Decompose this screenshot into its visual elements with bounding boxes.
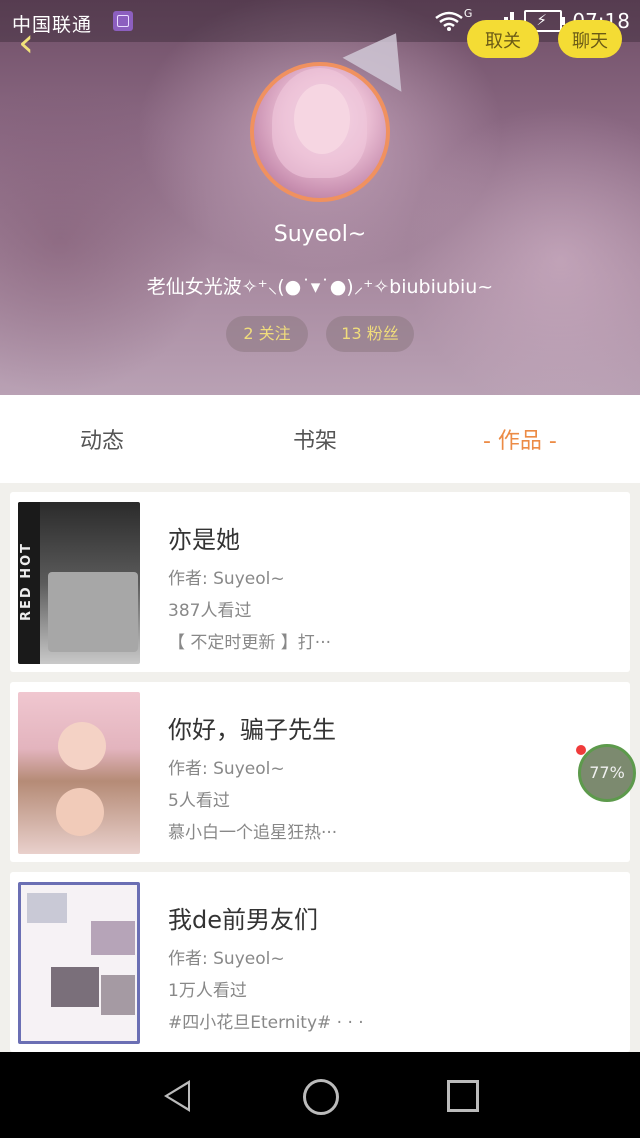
network-type: G (463, 6, 473, 20)
list-item[interactable]: RED HOT 亦是她 作者: Suyeol~ 387人看过 【 不定时更新 】… (10, 492, 630, 672)
tab-works[interactable]: - 作品 - (483, 423, 557, 455)
following-count[interactable]: 2 关注 (226, 316, 308, 352)
avatar[interactable] (250, 62, 390, 202)
tab-bookshelf[interactable]: 书架 (293, 423, 337, 455)
book-title: 我de前男友们 (168, 906, 318, 934)
wifi-icon (435, 11, 463, 31)
back-icon[interactable]: ‹ (18, 23, 48, 63)
book-author: 作者: Suyeol~ (168, 569, 285, 589)
book-cover (18, 882, 140, 1044)
status-bar: 中国联通 G ⚡ 07:18 (0, 0, 640, 42)
nav-home-icon[interactable] (303, 1079, 339, 1115)
book-description: 【 不定时更新 】打··· (168, 633, 332, 653)
nav-recent-apps-icon[interactable] (447, 1080, 479, 1112)
system-nav-bar (0, 1052, 640, 1138)
floating-progress-badge[interactable]: 77% (578, 744, 636, 802)
list-item[interactable]: 你好，骗子先生 作者: Suyeol~ 5人看过 慕小白一个追星狂热··· (10, 682, 630, 862)
nav-back-icon[interactable] (164, 1080, 190, 1112)
notification-dot (576, 745, 586, 755)
unfollow-button[interactable]: 取关 (467, 20, 539, 58)
book-author: 作者: Suyeol~ (168, 949, 285, 969)
book-title: 亦是她 (168, 526, 240, 554)
tab-bar: 动态 书架 - 作品 - (0, 395, 640, 483)
bio: 老仙女光波✧⁺⸜(●˙▾˙●)⸝⁺✧biubiubiu~ (146, 276, 494, 298)
book-author: 作者: Suyeol~ (168, 759, 285, 779)
tab-feed[interactable]: 动态 (80, 423, 124, 455)
username: Suyeol~ (273, 222, 367, 247)
followers-count[interactable]: 13 粉丝 (326, 316, 414, 352)
book-cover (18, 692, 140, 854)
book-description: #四小花旦Eternity# · · · (168, 1013, 364, 1033)
book-description: 慕小白一个追星狂热··· (168, 823, 338, 843)
book-views: 387人看过 (168, 601, 252, 621)
chat-button[interactable]: 聊天 (558, 20, 622, 58)
list-item[interactable]: 我de前男友们 作者: Suyeol~ 1万人看过 #四小花旦Eternity#… (10, 872, 630, 1052)
gallery-icon (113, 11, 133, 31)
book-title: 你好，骗子先生 (168, 716, 336, 744)
book-views: 1万人看过 (168, 981, 247, 1001)
book-cover: RED HOT (18, 502, 140, 664)
book-views: 5人看过 (168, 791, 230, 811)
